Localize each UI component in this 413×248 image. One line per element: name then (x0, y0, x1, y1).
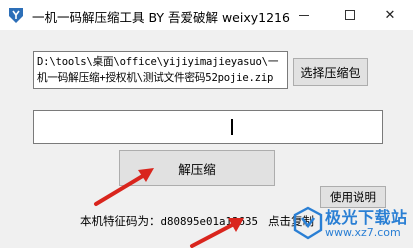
minimize-icon (299, 14, 309, 16)
watermark-logo-icon (293, 206, 323, 240)
machine-code-value: d80895e01a13635 (160, 215, 259, 228)
title-bar: 一机一码解压缩工具 BY 吾爱破解 weixy1216 ✕ (0, 0, 413, 30)
close-button[interactable]: ✕ (367, 0, 413, 30)
window-title: 一机一码解压缩工具 BY 吾爱破解 weixy1216 (32, 10, 290, 25)
decompress-button[interactable]: 解压缩 (119, 150, 275, 186)
password-input[interactable] (33, 110, 383, 144)
site-watermark: 极光下载站 www.xz7.com (289, 202, 409, 246)
machine-code-row: 本机特征码为：d80895e01a13635 (80, 213, 258, 229)
select-archive-button[interactable]: 选择压缩包 (293, 58, 368, 86)
app-icon (9, 8, 23, 23)
watermark-title: 极光下载站 (325, 208, 408, 227)
watermark-url: www.xz7.com (325, 226, 401, 239)
machine-code-label: 本机特征码为： (80, 214, 161, 228)
minimize-button[interactable] (281, 0, 327, 30)
close-icon: ✕ (384, 7, 396, 23)
maximize-icon (345, 10, 355, 20)
text-caret (231, 119, 233, 135)
archive-path-field[interactable]: D:\tools\桌面\office\yijiyimajieyasuo\一机一码… (33, 51, 288, 89)
